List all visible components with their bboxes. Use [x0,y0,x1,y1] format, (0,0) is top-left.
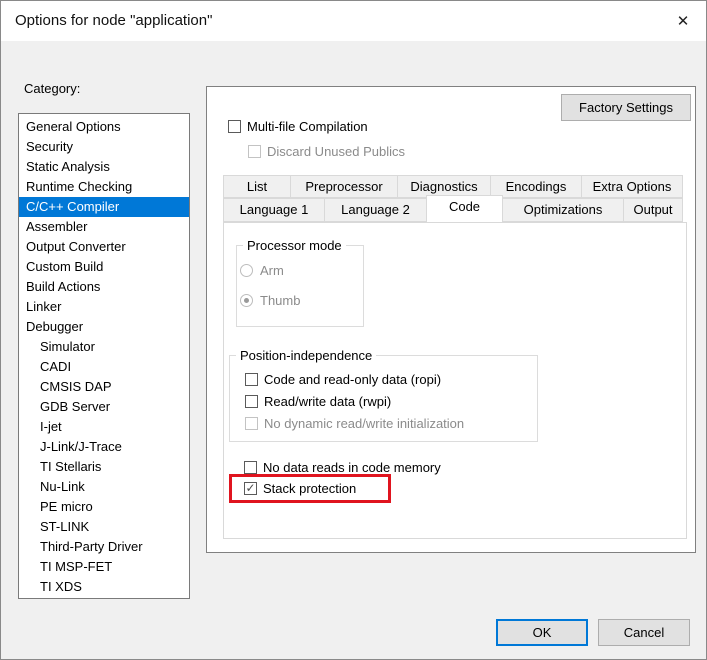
tab-list[interactable]: List [223,175,291,198]
read-write-data-rwpi-label: Read/write data (rwpi) [264,394,391,409]
multi-file-compilation-row: Multi-file Compilation [228,118,368,134]
arm-label: Arm [260,263,284,278]
category-item-static-analysis[interactable]: Static Analysis [19,157,189,177]
category-listbox[interactable]: General OptionsSecurityStatic AnalysisRu… [18,113,190,599]
window-title: Options for node "application" [15,12,212,29]
compiler-options-panel: Factory Settings Multi-file Compilation … [206,86,696,553]
position-independence-options: Code and read-only data (ropi) Read/write… [230,356,537,431]
discard-unused-publics-checkbox-box [248,145,261,158]
category-item-runtime-checking[interactable]: Runtime Checking [19,177,189,197]
code-and-read-only-data-ropi-label: Code and read-only data (ropi) [264,372,441,387]
category-item-cadi[interactable]: CADI [19,357,189,377]
title-bar: Options for node "application" ✕ [1,1,706,41]
category-item-gdb-server[interactable]: GDB Server [19,397,189,417]
category-item-debugger[interactable]: Debugger [19,317,189,337]
category-item-ti-xds[interactable]: TI XDS [19,577,189,597]
discard-unused-publics-label: Discard Unused Publics [267,144,405,159]
category-label: Category: [24,81,80,96]
radio-thumb: Thumb [240,293,363,307]
thumb-radio-button [240,294,253,307]
tab-extra-options[interactable]: Extra Options [581,175,683,198]
category-item-output-converter[interactable]: Output Converter [19,237,189,257]
category-item-linker[interactable]: Linker [19,297,189,317]
position-independence-legend: Position-independence [236,348,376,363]
category-item-c-c-compiler[interactable]: C/C++ Compiler [19,197,189,217]
arm-radio-button [240,264,253,277]
no-dynamic-read-write-initialization-checkbox-box [245,417,258,430]
position-independence-groupbox: Position-independence Code and read-only… [229,355,538,442]
tab-output[interactable]: Output [623,198,683,222]
discard-unused-publics-row: Discard Unused Publics [248,143,405,159]
checkbox-read-write-data-rwpi[interactable]: Read/write data (rwpi) [245,393,537,409]
processor-mode-options: Arm Thumb [237,246,363,307]
checkbox-no-data-reads-in-code-memory[interactable]: No data reads in code memory [244,459,441,475]
tab-optimizations[interactable]: Optimizations [502,198,624,222]
checkbox-discard-unused-publics: Discard Unused Publics [248,143,405,159]
category-item-security[interactable]: Security [19,137,189,157]
category-item-ti-stellaris[interactable]: TI Stellaris [19,457,189,477]
read-write-data-rwpi-checkbox-box[interactable] [245,395,258,408]
tab-code[interactable]: Code [426,195,503,219]
cancel-button[interactable]: Cancel [598,619,690,646]
tab-row-2: Language 1Language 2CodeOptimizationsOut… [223,198,682,222]
code-and-read-only-data-ropi-checkbox-box[interactable] [245,373,258,386]
tab-encodings[interactable]: Encodings [490,175,582,198]
stack-protection-highlight: ✓ Stack protection [229,474,391,503]
category-item-custom-build[interactable]: Custom Build [19,257,189,277]
checkbox-stack-protection[interactable]: ✓ Stack protection [244,481,356,497]
category-item-simulator[interactable]: Simulator [19,337,189,357]
no-data-reads-row: No data reads in code memory [244,459,441,475]
processor-mode-legend: Processor mode [243,238,346,253]
radio-arm: Arm [240,263,363,277]
stack-protection-checkbox-box[interactable]: ✓ [244,482,257,495]
tab-language-1[interactable]: Language 1 [223,198,325,222]
checkbox-code-and-read-only-data-ropi[interactable]: Code and read-only data (ropi) [245,371,537,387]
category-item-nu-link[interactable]: Nu-Link [19,477,189,497]
category-item-pe-micro[interactable]: PE micro [19,497,189,517]
options-dialog: Options for node "application" ✕ Categor… [0,0,707,660]
multi-file-compilation-checkbox-box[interactable] [228,120,241,133]
close-icon: ✕ [677,12,690,30]
ok-button[interactable]: OK [496,619,588,646]
tab-preprocessor[interactable]: Preprocessor [290,175,398,198]
tab-language-2[interactable]: Language 2 [324,198,427,222]
factory-settings-button[interactable]: Factory Settings [561,94,691,121]
code-tab-content: Processor mode Arm Thumb Position-indepen… [223,222,687,539]
category-item-cmsis-dap[interactable]: CMSIS DAP [19,377,189,397]
close-button[interactable]: ✕ [660,1,706,41]
category-item-third-party-driver[interactable]: Third-Party Driver [19,537,189,557]
stack-protection-label: Stack protection [263,481,356,496]
multi-file-compilation-label: Multi-file Compilation [247,119,368,134]
no-dynamic-read-write-initialization-label: No dynamic read/write initialization [264,416,464,431]
category-item-general-options[interactable]: General Options [19,117,189,137]
category-item-st-link[interactable]: ST-LINK [19,517,189,537]
checkbox-multi-file-compilation[interactable]: Multi-file Compilation [228,118,368,134]
processor-mode-groupbox: Processor mode ArmThumb [236,245,364,327]
no-data-reads-in-code-memory-checkbox-box[interactable] [244,461,257,474]
category-item-build-actions[interactable]: Build Actions [19,277,189,297]
dialog-body: Category: General OptionsSecurityStatic … [1,41,706,659]
thumb-label: Thumb [260,293,300,308]
category-item-j-link-j-trace[interactable]: J-Link/J-Trace [19,437,189,457]
category-item-i-jet[interactable]: I-jet [19,417,189,437]
no-data-reads-in-code-memory-label: No data reads in code memory [263,460,441,475]
checkbox-no-dynamic-read-write-initialization: No dynamic read/write initialization [245,415,537,431]
category-item-ti-msp-fet[interactable]: TI MSP-FET [19,557,189,577]
category-item-assembler[interactable]: Assembler [19,217,189,237]
